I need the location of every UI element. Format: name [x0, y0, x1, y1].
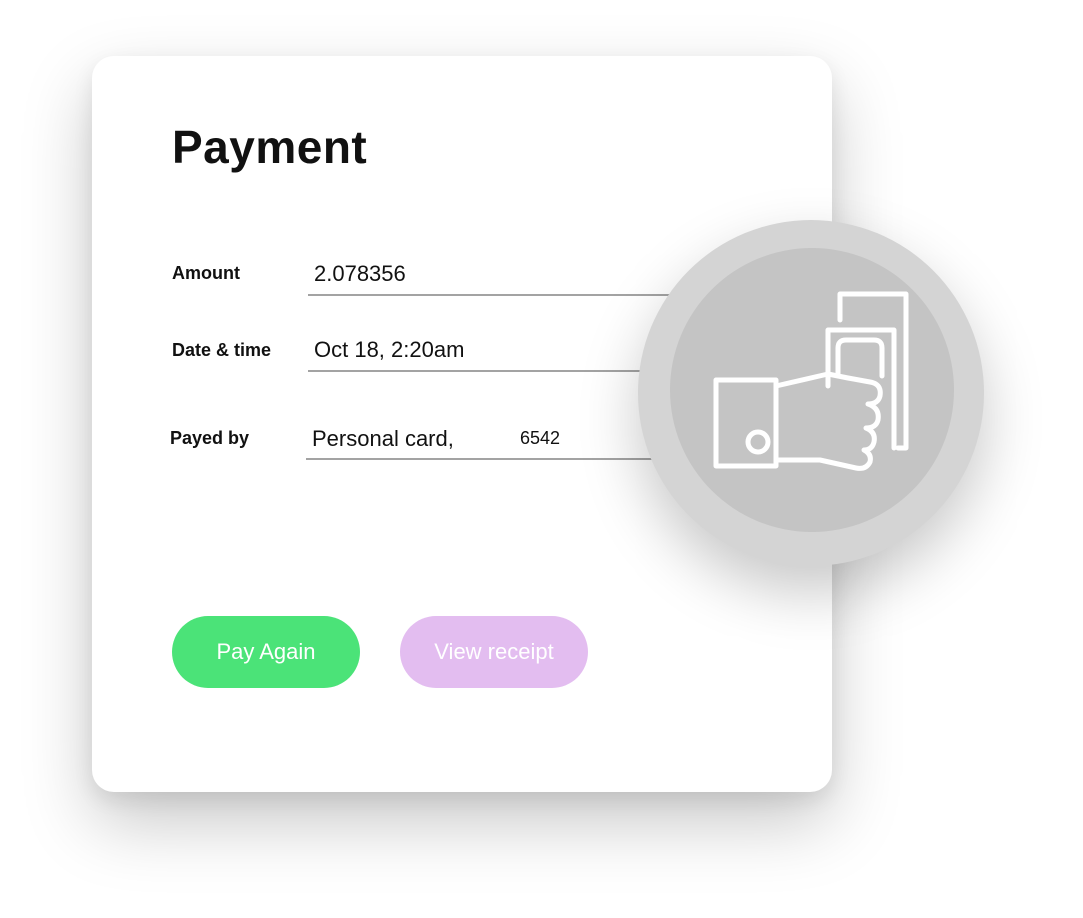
- amount-value[interactable]: 2.078356: [314, 261, 406, 287]
- page-title: Payment: [172, 121, 368, 173]
- amount-underline: [308, 294, 670, 296]
- view-receipt-button[interactable]: View receipt: [400, 616, 588, 688]
- payed-by-underline: [306, 458, 668, 460]
- card-last-digits: 6542: [520, 428, 561, 448]
- date-time-label: Date & time: [172, 340, 272, 360]
- date-time-underline: [308, 370, 670, 372]
- payment-badge-inner: [670, 248, 954, 532]
- pay-again-button[interactable]: Pay Again: [172, 616, 360, 688]
- payed-by-label: Payed by: [170, 428, 250, 448]
- stage: Payment Amount 2.078356 Date & time Oct …: [0, 0, 1083, 918]
- hand-holding-cash-icon: [713, 291, 909, 471]
- payed-by-value[interactable]: Personal card,: [312, 426, 454, 452]
- date-time-value[interactable]: Oct 18, 2:20am: [314, 337, 464, 363]
- amount-label: Amount: [172, 263, 240, 283]
- payment-badge: [638, 220, 984, 566]
